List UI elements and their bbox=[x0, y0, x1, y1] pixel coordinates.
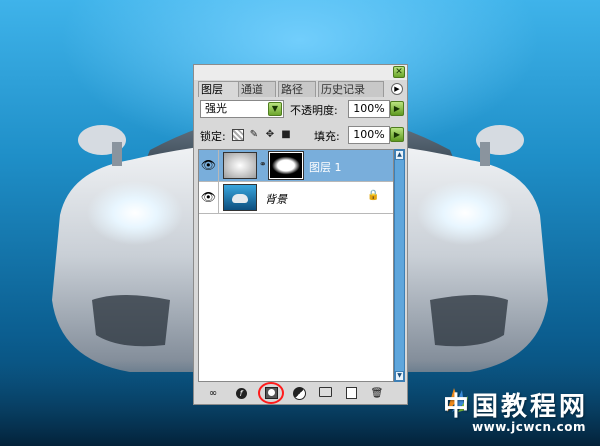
blend-row: 强光 ▼ 不透明度: 100% ▶ bbox=[198, 99, 404, 119]
fill-input[interactable]: 100% bbox=[348, 126, 390, 144]
tab-layers[interactable]: 图层 bbox=[198, 81, 239, 97]
layer-style-icon[interactable]: f bbox=[234, 387, 248, 400]
new-layer-icon[interactable] bbox=[344, 387, 358, 400]
scroll-down-icon[interactable]: ▼ bbox=[395, 371, 404, 381]
scroll-up-icon[interactable]: ▲ bbox=[395, 150, 404, 160]
triangle-right-icon: ▶ bbox=[394, 85, 400, 93]
layer-mask-thumbnail[interactable] bbox=[268, 151, 304, 180]
mask-button-highlight bbox=[258, 382, 284, 404]
layer-row-background[interactable]: 👁 背景 🔒 bbox=[199, 182, 393, 214]
opacity-slider-button[interactable]: ▶ bbox=[390, 101, 404, 116]
layer-thumbnail bbox=[223, 184, 257, 211]
layer-row-layer1[interactable]: 👁 ⚭ 图层 1 bbox=[199, 150, 393, 182]
tab-history[interactable]: 历史记录 bbox=[318, 81, 384, 97]
lock-move-icon[interactable]: ✥ bbox=[264, 129, 276, 141]
layer-name[interactable]: 背景 bbox=[265, 191, 287, 207]
eye-icon[interactable]: 👁 bbox=[199, 150, 219, 181]
layer-thumbnail bbox=[223, 152, 257, 179]
watermark-url: www.jcwcn.com bbox=[472, 420, 586, 434]
layer-list-scrollbar[interactable]: ▲ ▼ bbox=[394, 149, 405, 382]
watermark-text: 中国教程网 bbox=[442, 392, 588, 422]
lock-row: 锁定: ✎ ✥ ■ 填充: 100% ▶ bbox=[198, 125, 404, 145]
blend-mode-value: 强光 bbox=[205, 102, 227, 115]
chevron-down-icon[interactable]: ▼ bbox=[268, 102, 282, 116]
layers-panel: ✕ 图层 通道 路径 历史记录 ▶ 强光 ▼ 不透明度: 100% ▶ 锁定: … bbox=[193, 64, 408, 405]
link-icon[interactable]: ∞ bbox=[206, 387, 220, 400]
fill-label: 填充: bbox=[314, 130, 340, 143]
lock-transparency-icon[interactable] bbox=[232, 129, 244, 141]
close-icon[interactable]: ✕ bbox=[393, 66, 405, 78]
panel-tabs: 图层 通道 路径 历史记录 bbox=[198, 81, 404, 97]
layer-list: 👁 ⚭ 图层 1 👁 背景 🔒 bbox=[198, 149, 394, 382]
lock-brush-icon[interactable]: ✎ bbox=[248, 129, 260, 141]
blend-mode-select[interactable]: 强光 ▼ bbox=[200, 100, 284, 118]
chain-link-icon: ⚭ bbox=[259, 160, 267, 170]
tab-paths[interactable]: 路径 bbox=[278, 81, 316, 97]
fill-slider-button[interactable]: ▶ bbox=[390, 127, 404, 142]
lock-all-icon[interactable]: ■ bbox=[280, 129, 292, 141]
group-folder-icon[interactable] bbox=[318, 387, 332, 400]
panel-titlebar[interactable]: ✕ bbox=[194, 65, 407, 80]
panel-menu-button[interactable]: ▶ bbox=[391, 83, 403, 95]
tab-channels[interactable]: 通道 bbox=[238, 81, 276, 97]
trash-icon[interactable]: 🗑 bbox=[370, 387, 384, 400]
adjustment-layer-icon[interactable] bbox=[292, 387, 306, 400]
car-thumbnail-shape bbox=[232, 194, 248, 203]
lock-icon: 🔒 bbox=[367, 190, 380, 201]
lock-label: 锁定: bbox=[200, 130, 226, 143]
layers-bottom-toolbar: ∞ f 🗑 bbox=[194, 382, 407, 404]
eye-icon[interactable]: 👁 bbox=[199, 182, 219, 213]
opacity-label: 不透明度: bbox=[290, 104, 338, 117]
opacity-input[interactable]: 100% bbox=[348, 100, 390, 118]
layer-name[interactable]: 图层 1 bbox=[309, 159, 342, 175]
